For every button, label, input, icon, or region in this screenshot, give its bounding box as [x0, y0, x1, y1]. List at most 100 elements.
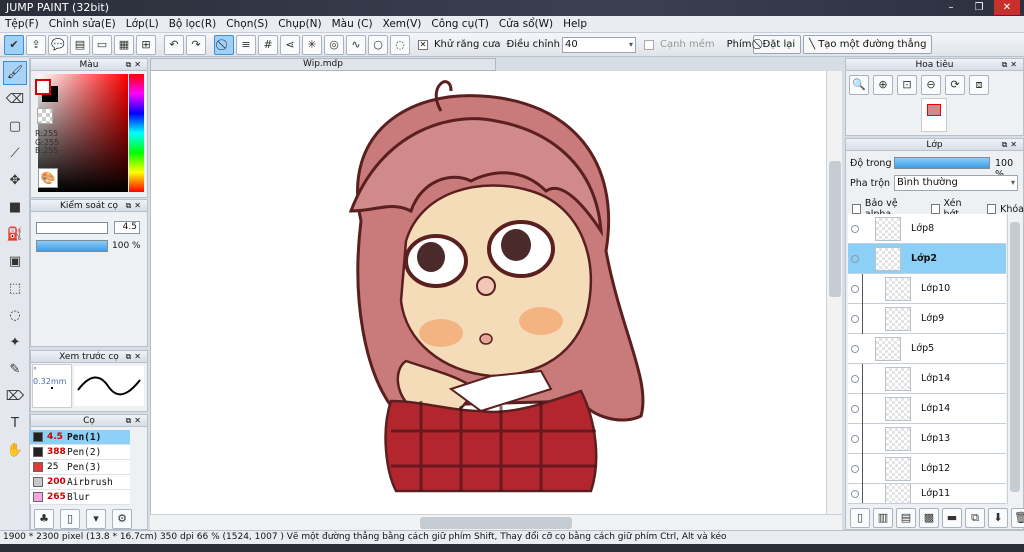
panel-controls-icon[interactable]: ⧉✕: [126, 351, 144, 363]
visibility-icon[interactable]: [851, 464, 859, 473]
reset-button[interactable]: ⃠Đặt lại: [753, 35, 802, 54]
antialias-checkbox[interactable]: ✕: [418, 39, 428, 50]
fit-icon[interactable]: ⊡: [897, 75, 917, 95]
drawing-canvas[interactable]: [150, 71, 826, 514]
minimize-button[interactable]: –: [938, 0, 964, 15]
no-ruler-icon[interactable]: ⃠: [214, 34, 234, 55]
brush-size-slider[interactable]: [36, 222, 108, 234]
brush-item[interactable]: 388 Pen(2): [30, 445, 130, 460]
menu-filter[interactable]: Bộ lọc(R): [164, 18, 222, 30]
visibility-icon[interactable]: [851, 344, 859, 353]
visibility-icon[interactable]: [851, 404, 859, 413]
menu-help[interactable]: Help: [558, 18, 592, 30]
parallel-ruler-icon[interactable]: ≡: [236, 34, 256, 55]
horizontal-scroll-thumb[interactable]: [420, 517, 572, 529]
layer-item[interactable]: Lớp13: [848, 424, 1006, 454]
select-pen-icon[interactable]: ✎: [3, 358, 27, 382]
layer-item[interactable]: Lớp10: [848, 274, 1006, 304]
zoom-icon[interactable]: 🔍: [849, 75, 869, 95]
layer-item[interactable]: Lớp14: [848, 364, 1006, 394]
magic-wand-icon[interactable]: ✦: [3, 331, 27, 355]
visibility-icon[interactable]: [851, 254, 859, 263]
radial-ruler-icon[interactable]: ✳: [302, 34, 322, 55]
layer-opacity-slider[interactable]: [894, 157, 990, 169]
blend-mode-dropdown[interactable]: Bình thường: [894, 175, 1018, 191]
new-tone-layer-icon[interactable]: ▩: [919, 508, 939, 528]
tree-icon[interactable]: ♣: [34, 509, 54, 529]
layers-scrollbar[interactable]: [1007, 214, 1021, 504]
layer-item[interactable]: Lớp9: [848, 304, 1006, 334]
panel-controls-icon[interactable]: ⧉✕: [1002, 139, 1020, 151]
vertical-scroll-thumb[interactable]: [829, 161, 841, 297]
message-icon[interactable]: ▤: [70, 34, 90, 55]
straight-line-button[interactable]: ╲ Tạo một đường thẳng: [803, 35, 933, 54]
select-eraser-icon[interactable]: ⌦: [3, 385, 27, 409]
palette-icon[interactable]: 🎨: [38, 168, 58, 188]
protect-alpha-checkbox[interactable]: [852, 204, 861, 214]
menu-tools[interactable]: Công cụ(T): [426, 18, 493, 30]
clipping-checkbox[interactable]: [930, 204, 940, 214]
layers-scroll-thumb[interactable]: [1010, 222, 1020, 492]
panel-controls-icon[interactable]: ⧉✕: [126, 415, 144, 427]
comment-icon[interactable]: 💬: [48, 34, 68, 55]
visibility-icon[interactable]: [851, 314, 859, 323]
grid-icon[interactable]: ⊞: [136, 34, 156, 55]
brush-item[interactable]: 265 Blur: [30, 490, 130, 505]
menu-view[interactable]: Xem(V): [378, 18, 427, 30]
eraser-tool-icon[interactable]: ⌫: [3, 88, 27, 112]
curve-ruler-icon[interactable]: ∿: [346, 34, 366, 55]
visibility-icon[interactable]: [851, 284, 859, 293]
zoom-in-icon[interactable]: ⊕: [873, 75, 893, 95]
brush-item[interactable]: 25 Pen(3): [30, 460, 130, 475]
layer-item[interactable]: Lớp11: [848, 484, 1006, 504]
brush-item[interactable]: 200 Airbrush: [30, 475, 130, 490]
brush-settings-icon[interactable]: ⚙: [112, 509, 132, 529]
visibility-icon[interactable]: [851, 224, 859, 233]
circle-ruler-icon[interactable]: ○: [368, 34, 388, 55]
layer-item[interactable]: Lớp2: [848, 244, 1006, 274]
redo-icon[interactable]: ↷: [186, 34, 206, 55]
undo-icon[interactable]: ↶: [164, 34, 184, 55]
adjust-dropdown[interactable]: 40: [561, 36, 636, 53]
rotate-icon[interactable]: ⟳: [945, 75, 965, 95]
visibility-icon[interactable]: [851, 489, 859, 498]
brush-size-value[interactable]: 4.5: [114, 221, 140, 234]
document-icon[interactable]: ▭: [92, 34, 112, 55]
menu-layer[interactable]: Lớp(L): [121, 18, 164, 30]
layer-item[interactable]: Lớp14: [848, 394, 1006, 424]
cross-ruler-icon[interactable]: #: [258, 34, 278, 55]
concentric-ruler-icon[interactable]: ◎: [324, 34, 344, 55]
menu-color[interactable]: Màu (C): [327, 18, 378, 30]
move-tool-icon[interactable]: ✥: [3, 169, 27, 193]
brush-menu-icon[interactable]: ▾: [86, 509, 106, 529]
menu-edit[interactable]: Chỉnh sửa(E): [44, 18, 121, 30]
lock-checkbox[interactable]: [987, 204, 997, 214]
page-icon[interactable]: ▦: [114, 34, 134, 55]
menu-file[interactable]: Tệp(F): [0, 18, 44, 30]
select-rect-icon[interactable]: ⬚: [3, 277, 27, 301]
fill-rect-icon[interactable]: ■: [3, 196, 27, 220]
ellipse-ruler-icon[interactable]: ◌: [390, 34, 410, 55]
hand-tool-icon[interactable]: ✋: [3, 439, 27, 463]
new-8bit-layer-icon[interactable]: ▤: [896, 508, 916, 528]
foreground-color-swatch[interactable]: [35, 79, 51, 95]
menu-window[interactable]: Cửa sổ(W): [494, 18, 558, 30]
duplicate-layer-icon[interactable]: ⧉: [965, 508, 985, 528]
flip-icon[interactable]: ⧈: [969, 75, 989, 95]
close-button[interactable]: ✕: [994, 0, 1020, 15]
horizontal-scrollbar[interactable]: [150, 514, 842, 530]
rect-tool-icon[interactable]: ▢: [3, 115, 27, 139]
lasso-tool-icon[interactable]: ◌: [3, 304, 27, 328]
vertical-scrollbar[interactable]: [826, 71, 842, 514]
merge-layer-icon[interactable]: ⬇: [988, 508, 1008, 528]
layer-item[interactable]: Lớp5: [848, 334, 1006, 364]
gradient-tool-icon[interactable]: ▣: [3, 250, 27, 274]
menu-capture[interactable]: Chụp(N): [273, 18, 326, 30]
brush-tool-icon[interactable]: 🖌: [3, 61, 27, 85]
transparent-color-swatch[interactable]: [37, 108, 53, 124]
new-brush-icon[interactable]: ▯: [60, 509, 80, 529]
brush-item[interactable]: 4.5 Pen(1): [30, 430, 130, 445]
new-layer-icon[interactable]: ▯: [850, 508, 870, 528]
visibility-icon[interactable]: [851, 374, 859, 383]
brush-opacity-slider[interactable]: [36, 240, 108, 252]
